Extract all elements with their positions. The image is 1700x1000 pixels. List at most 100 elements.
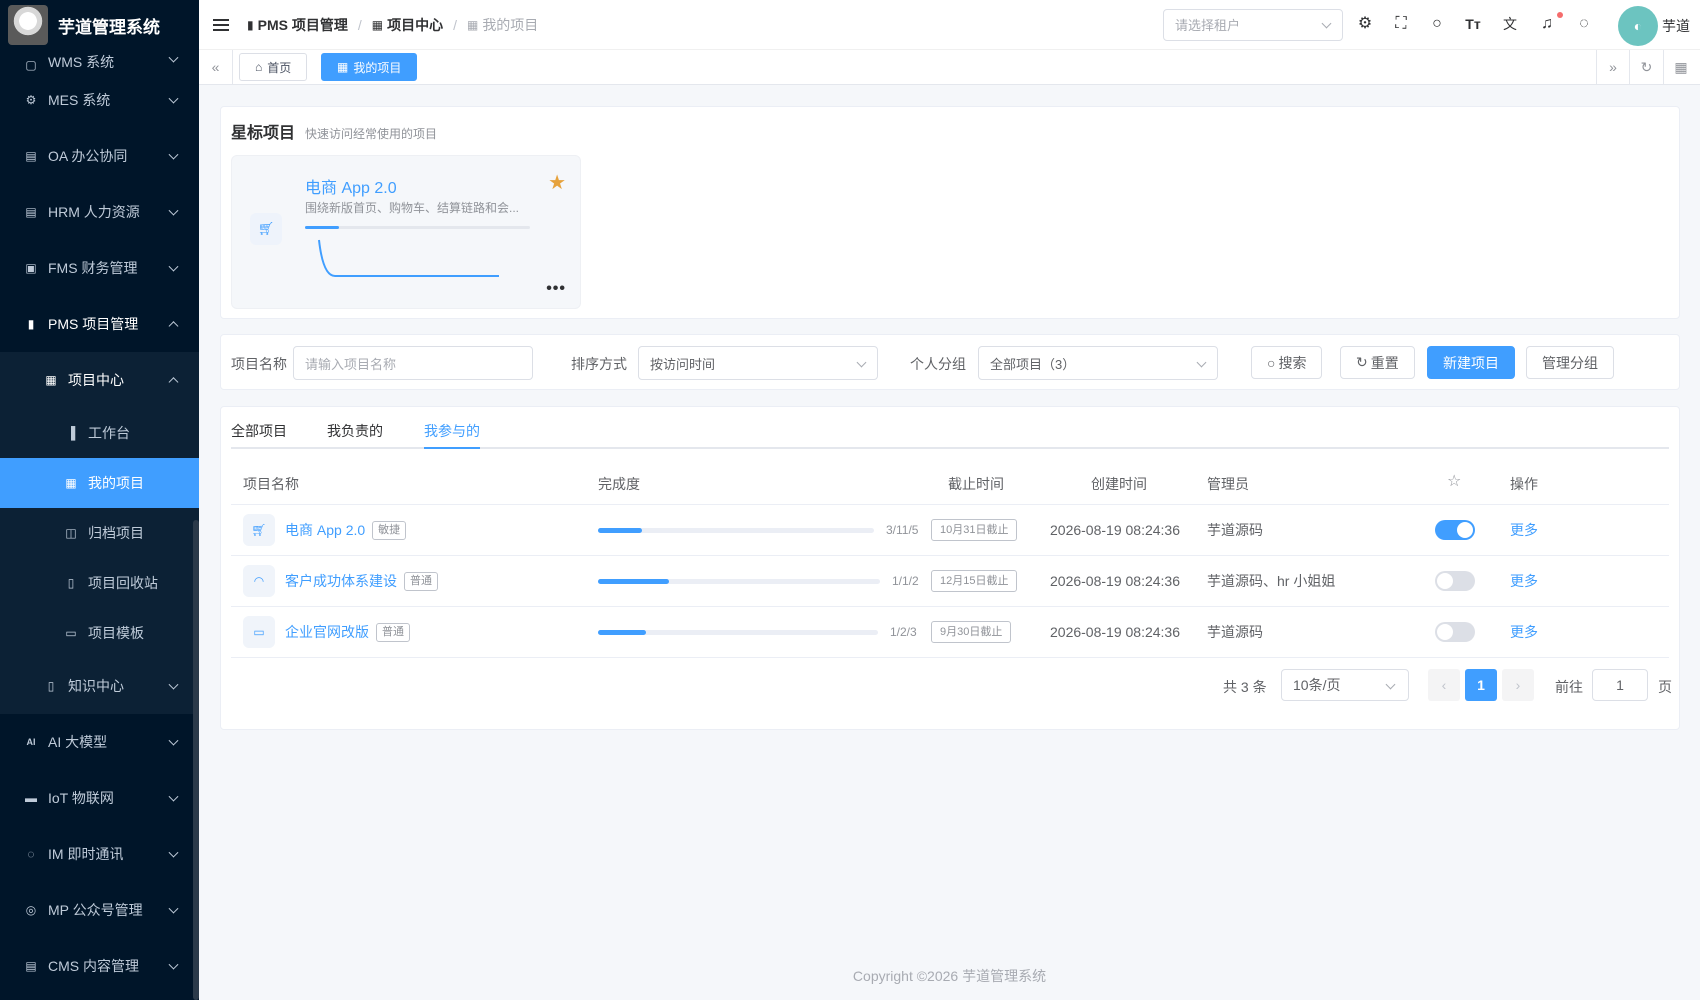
clipboard-icon: ▐ [66, 426, 76, 440]
tab-my-responsible[interactable]: 我负责的 [327, 421, 383, 441]
tags-menu-icon[interactable]: ▦ [1664, 50, 1698, 84]
message-icon[interactable]: ◌ [1574, 14, 1594, 34]
main-content: 星标项目 快速访问经常使用的项目 🛒︎ 电商 App 2.0 围绕新版首页、购物… [199, 86, 1700, 1000]
table-header: 项目名称 完成度 截止时间 创建时间 管理员 ☆ 操作 [231, 459, 1669, 505]
table-row: 🛒︎ 电商 App 2.0 敏捷 3/11/5 10月31日截止 2026-08… [231, 505, 1669, 556]
project-link[interactable]: 客户成功体系建设 [285, 571, 397, 591]
create-project-button[interactable]: 新建项目 [1427, 346, 1515, 379]
star-switch[interactable] [1435, 520, 1475, 540]
tab-participating[interactable]: 我参与的 [424, 421, 480, 441]
sidebar-item-recycle[interactable]: ▯ 项目回收站 [0, 558, 199, 608]
page-number-button[interactable]: 1 [1465, 669, 1497, 701]
more-icon[interactable]: ••• [546, 280, 566, 298]
col-progress: 完成度 [598, 476, 640, 492]
sidebar-item-ai[interactable]: AI AI 大模型 [0, 714, 199, 770]
fullscreen-icon[interactable]: ⛶ [1391, 14, 1411, 34]
sidebar-item-knowledge[interactable]: ▯ 知识中心 [0, 658, 199, 714]
next-page-button[interactable]: › [1502, 669, 1534, 701]
footer-copyright: Copyright ©2026 芋道管理系统 [852, 968, 1047, 984]
chevron-down-icon [168, 261, 179, 272]
pagination: 共 3 条 10条/页 ‹ 1 › 前往 1 页 [221, 669, 1679, 701]
pms-submenu: ▦ 项目中心 ▐ 工作台 ▦ 我的项目 ◫ 归档项目 ▯ 项目回收站 ▭ 项目模… [0, 352, 199, 714]
star-filled-icon[interactable]: ★ [548, 170, 566, 195]
sidebar-item-hrm[interactable]: ▤ HRM 人力资源 [0, 184, 199, 240]
tenant-select[interactable]: 请选择租户 [1163, 8, 1343, 41]
sidebar-item-iot[interactable]: ▬ IoT 物联网 [0, 770, 199, 826]
progress-bar [598, 578, 880, 584]
cell-name: 🛒︎ 电商 App 2.0 敏捷 [243, 505, 407, 555]
chevron-up-icon [168, 377, 179, 388]
trash-icon: ▯ [67, 576, 75, 590]
breadcrumb-item-current: ▦ 我的项目 [466, 16, 539, 33]
sidebar-item-workbench[interactable]: ▐ 工作台 [0, 408, 199, 458]
cell-actions: 更多 [1510, 556, 1538, 606]
prev-page-button[interactable]: ‹ [1428, 669, 1460, 701]
home-icon: ⌂ [255, 60, 263, 74]
tags-scroll-right-icon[interactable]: » [1596, 50, 1630, 84]
manage-group-button[interactable]: 管理分组 [1526, 346, 1614, 379]
document-icon: ▤ [25, 959, 37, 973]
starred-project-name[interactable]: 电商 App 2.0 [305, 174, 397, 198]
search-button[interactable]: ○ 搜索 [1251, 346, 1323, 379]
sidebar-item-archived[interactable]: ◫ 归档项目 [0, 508, 199, 558]
sort-select[interactable]: 按访问时间 [638, 346, 878, 380]
sidebar-item-im[interactable]: ◌ IM 即时通讯 [0, 826, 199, 882]
chevron-down-icon [168, 847, 179, 858]
sidebar-item-templates[interactable]: ▭ 项目模板 [0, 608, 199, 658]
font-size-icon[interactable]: Tт [1463, 14, 1483, 34]
grid-icon: ▦ [371, 17, 384, 32]
tag-my-projects[interactable]: ▦ 我的项目 [321, 53, 418, 81]
project-name-input[interactable]: 请输入项目名称 [293, 346, 533, 380]
avatar[interactable]: ◐ [1618, 6, 1658, 46]
star-switch[interactable] [1435, 622, 1475, 642]
more-link[interactable]: 更多 [1510, 520, 1538, 540]
sidebar-item-fms[interactable]: ▣ FMS 财务管理 [0, 240, 199, 296]
cell-star-toggle [1435, 607, 1475, 657]
starred-project-progress [305, 226, 530, 229]
tags-scroll-left-icon[interactable]: « [199, 50, 233, 84]
app-title: 芋道管理系统 [58, 17, 160, 37]
sidebar-item-wms[interactable]: ▢ WMS 系统 [0, 46, 199, 72]
star-switch[interactable] [1435, 571, 1475, 591]
star-outline-icon[interactable]: ☆ [1447, 471, 1461, 491]
more-link[interactable]: 更多 [1510, 571, 1538, 591]
col-due: 截止时间 [948, 476, 1004, 492]
translate-icon[interactable]: 文 [1500, 14, 1520, 34]
monitor-icon: ▭ [243, 616, 275, 648]
starred-project-card[interactable]: 🛒︎ 电商 App 2.0 围绕新版首页、购物车、结算链路和会... ★ ••• [231, 155, 581, 309]
sidebar-item-mp[interactable]: ◎ MP 公众号管理 [0, 882, 199, 938]
grid-icon: ▦ [45, 373, 57, 387]
hamburger-icon[interactable] [213, 18, 229, 31]
breadcrumb-item-pms[interactable]: ▮ PMS 项目管理 [247, 15, 348, 35]
sidebar-item-oa[interactable]: ▤ OA 办公协同 [0, 128, 199, 184]
cart-icon: 🛒︎ [243, 514, 275, 546]
grid-icon: ▦ [337, 60, 349, 74]
sidebar-item-mes[interactable]: ⚙ MES 系统 [0, 72, 199, 128]
due-badge: 12月15日截止 [931, 570, 1018, 592]
sidebar-item-cms[interactable]: ▤ CMS 内容管理 [0, 938, 199, 994]
goto-page-input[interactable]: 1 [1592, 669, 1648, 701]
tag-home[interactable]: ⌂ 首页 [239, 53, 308, 81]
tab-all-projects[interactable]: 全部项目 [231, 421, 287, 441]
reset-button[interactable]: ↻ 重置 [1340, 346, 1415, 379]
logo[interactable]: 芋道管理系统 [0, 0, 199, 50]
more-link[interactable]: 更多 [1510, 622, 1538, 642]
due-badge: 9月30日截止 [931, 621, 1012, 643]
sidebar-item-my-projects[interactable]: ▦ 我的项目 [0, 458, 199, 508]
refresh-icon[interactable]: ↻ [1630, 50, 1664, 84]
sidebar-item-pms[interactable]: ▮ PMS 项目管理 [0, 296, 199, 352]
page-size-select[interactable]: 10条/页 [1281, 669, 1409, 701]
sidebar-item-project-center[interactable]: ▦ 项目中心 [0, 352, 199, 408]
breadcrumb-item-center[interactable]: ▦ 项目中心 [372, 15, 443, 35]
project-link[interactable]: 企业官网改版 [285, 622, 369, 642]
search-icon[interactable]: ○ [1427, 14, 1447, 34]
name-label: 项目名称 [231, 356, 287, 372]
chevron-down-icon [168, 791, 179, 802]
projects-table-card: 全部项目 我负责的 我参与的 项目名称 完成度 截止时间 创建时间 管理员 ☆ … [220, 406, 1680, 730]
bell-icon[interactable]: ♫ [1537, 14, 1557, 34]
project-link[interactable]: 电商 App 2.0 [285, 520, 365, 540]
user-name[interactable]: 芋道 [1662, 16, 1690, 36]
settings-icon[interactable]: ⚙ [1355, 14, 1375, 34]
book-icon: ▯ [47, 679, 55, 693]
group-select[interactable]: 全部项目（3） [978, 346, 1218, 380]
